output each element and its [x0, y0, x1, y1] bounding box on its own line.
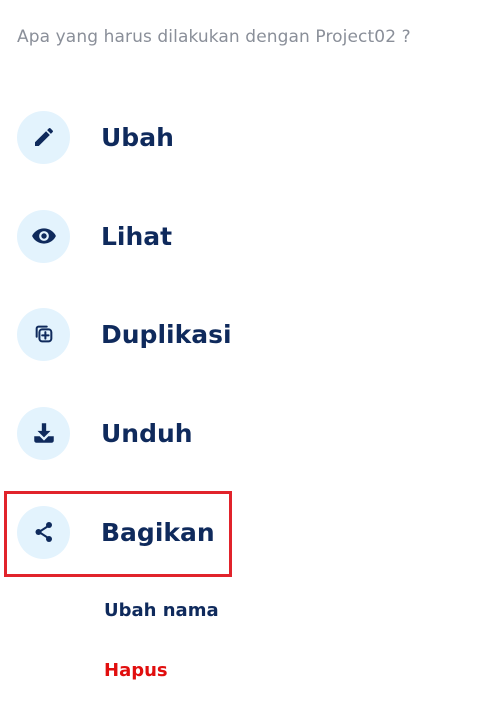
- download-icon: [31, 420, 57, 446]
- download-icon-badge: [17, 406, 70, 460]
- dialog-prompt: Apa yang harus dilakukan dengan Project0…: [17, 27, 411, 47]
- view-option-label: Lihat: [101, 221, 173, 251]
- download-option[interactable]: Unduh: [17, 406, 193, 460]
- pencil-icon: [32, 125, 56, 149]
- share-icon: [32, 520, 56, 544]
- duplicate-icon: [33, 323, 55, 345]
- view-icon-badge: [17, 209, 70, 263]
- edit-option-label: Ubah: [101, 122, 174, 152]
- view-option[interactable]: Lihat: [17, 209, 172, 263]
- edit-option[interactable]: Ubah: [17, 110, 174, 164]
- eye-icon: [31, 223, 57, 249]
- duplicate-option-label: Duplikasi: [101, 319, 232, 349]
- edit-icon-badge: [17, 110, 70, 164]
- delete-link[interactable]: Hapus: [104, 660, 168, 681]
- rename-link[interactable]: Ubah nama: [104, 600, 219, 621]
- duplicate-icon-badge: [17, 307, 70, 361]
- duplicate-option[interactable]: Duplikasi: [17, 307, 232, 361]
- download-option-label: Unduh: [101, 418, 193, 448]
- share-icon-badge: [17, 505, 70, 559]
- share-option-label: Bagikan: [101, 517, 215, 547]
- share-option[interactable]: Bagikan: [17, 505, 215, 559]
